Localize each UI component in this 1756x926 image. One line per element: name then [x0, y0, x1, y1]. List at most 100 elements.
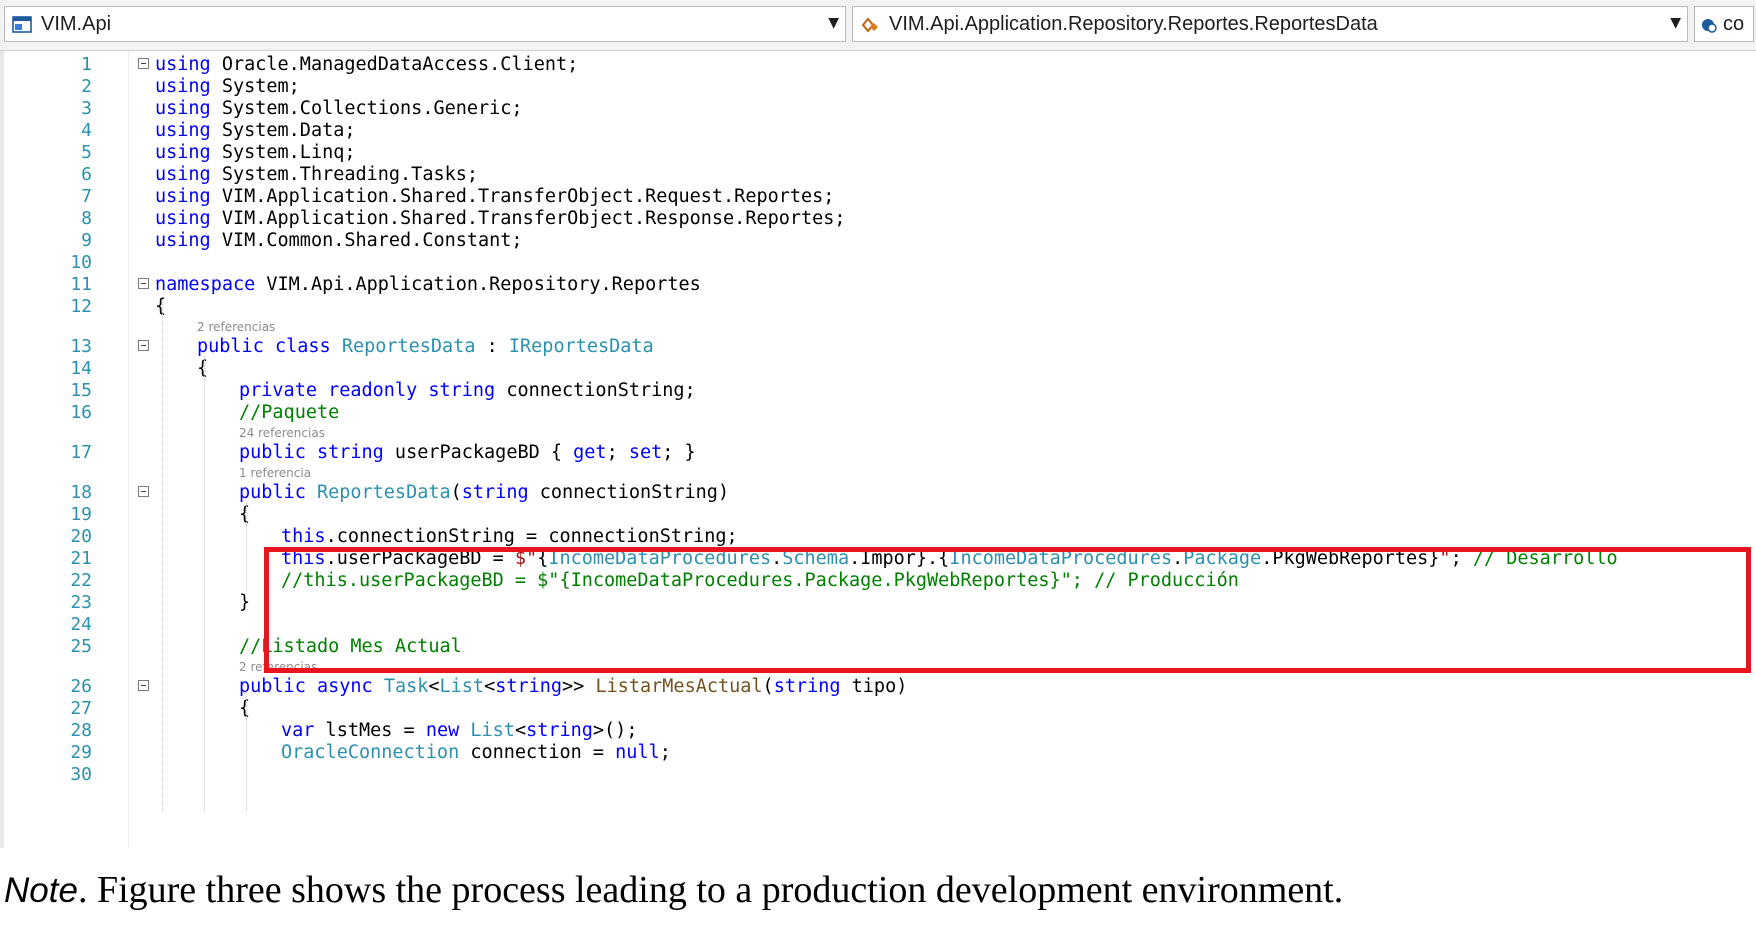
code-line[interactable]: 18 public ReportesData(string connectionS… [0, 481, 1756, 505]
line-number: 9 [81, 230, 92, 251]
code-token: < [514, 720, 527, 741]
line-number: 1 [81, 54, 92, 75]
code-text: using System.Threading.Tasks; [155, 163, 478, 187]
code-token: ; } [662, 442, 696, 463]
code-token: >> [562, 676, 596, 697]
line-number: 27 [70, 698, 92, 719]
code-line[interactable]: 27 { [0, 697, 1756, 721]
code-line[interactable]: 15 private readonly string connectionStri… [0, 379, 1756, 403]
code-text: using VIM.Application.Shared.TransferObj… [155, 185, 834, 209]
csharp-project-icon [12, 16, 32, 33]
type-dropdown[interactable]: VIM.Api.Application.Repository.Reportes.… [852, 6, 1688, 42]
line-number: 24 [70, 614, 92, 635]
collapse-toggle-icon[interactable] [138, 680, 149, 691]
line-number: 13 [70, 336, 92, 357]
code-token: connection = [459, 742, 616, 763]
line-number: 26 [70, 676, 92, 697]
collapse-toggle-icon[interactable] [138, 486, 149, 497]
line-number: 12 [70, 296, 92, 317]
editor-screenshot: VIM.Api ▼ VIM.Api.Application.Repository… [0, 0, 1756, 848]
code-token: public [197, 336, 264, 357]
code-token: ; [606, 442, 629, 463]
code-line[interactable]: 28 var lstMes = new List<string>(); [0, 719, 1756, 743]
collapse-toggle-icon[interactable] [138, 58, 149, 69]
code-token: using [155, 54, 211, 75]
indent-guide [204, 356, 205, 811]
code-token: using [155, 208, 211, 229]
code-token: Task [383, 676, 429, 697]
code-line[interactable]: 4 using System.Data; [0, 119, 1756, 143]
code-line[interactable]: 5 using System.Linq; [0, 141, 1756, 165]
code-line[interactable]: 20 this.connectionString = connectionStri… [0, 525, 1756, 549]
code-line[interactable]: 9 using VIM.Common.Shared.Constant; [0, 229, 1756, 253]
code-token: string [773, 676, 841, 697]
code-line[interactable]: 11 namespace VIM.Api.Application.Reposito… [0, 273, 1756, 297]
code-token: using [155, 120, 211, 141]
code-editor[interactable]: 1 using Oracle.ManagedDataAccess.Client; 2… [0, 51, 1756, 848]
code-line[interactable]: 16 //Paquete [0, 401, 1756, 425]
code-text: OracleConnection connection = null; [281, 741, 671, 765]
line-number: 22 [70, 570, 92, 591]
code-line[interactable]: 13 public class ReportesData : IReportesD… [0, 335, 1756, 359]
member-dropdown[interactable]: co [1694, 6, 1754, 42]
collapse-toggle-icon[interactable] [138, 340, 149, 351]
code-line[interactable]: 14 { [0, 357, 1756, 381]
line-number: 20 [70, 526, 92, 547]
code-line[interactable]: 26 public async Task<List<string>> Listar… [0, 675, 1756, 699]
line-number: 25 [70, 636, 92, 657]
code-text: public string userPackageBD { get; set; … [239, 441, 696, 465]
code-token: List [470, 720, 515, 741]
code-text: { [239, 697, 250, 721]
line-number: 29 [70, 742, 92, 763]
code-line[interactable]: 19 { [0, 503, 1756, 527]
code-text: public async Task<List<string>> ListarMe… [239, 675, 907, 699]
collapse-toggle-icon[interactable] [138, 278, 149, 289]
line-number: 21 [70, 548, 92, 569]
code-token: class [274, 336, 331, 357]
code-line[interactable]: 3 using System.Collections.Generic; [0, 97, 1756, 121]
code-token: VIM.Application.Shared.TransferObject.Re… [210, 208, 846, 229]
code-lens-references[interactable]: 1 referencia [239, 463, 311, 483]
code-line[interactable]: 1 using Oracle.ManagedDataAccess.Client; [0, 53, 1756, 77]
code-text: using System; [155, 75, 300, 99]
code-token: { [239, 504, 251, 525]
code-token: connectionString; [495, 380, 696, 401]
code-line[interactable]: 10 [0, 251, 1756, 275]
code-lens-references[interactable]: 24 referencias [239, 423, 325, 443]
line-number: 10 [70, 252, 92, 273]
code-text: public class ReportesData : IReportesDat… [197, 335, 654, 359]
chevron-down-icon: ▼ [1670, 15, 1681, 31]
code-line[interactable]: 12 { [0, 295, 1756, 319]
project-name: VIM.Api [41, 13, 112, 35]
code-line[interactable]: 17 public string userPackageBD { get; set… [0, 441, 1756, 465]
member-name: co [1723, 13, 1745, 35]
code-line[interactable]: 8 using VIM.Application.Shared.TransferOb… [0, 207, 1756, 231]
note-label: Note [4, 871, 78, 910]
code-text: } [239, 591, 250, 615]
field-icon [1702, 19, 1717, 33]
code-line[interactable]: 6 using System.Threading.Tasks; [0, 163, 1756, 187]
code-token: public [239, 442, 306, 463]
code-token: System.Threading.Tasks; [210, 164, 479, 185]
code-line[interactable]: 30 [0, 763, 1756, 787]
code-line[interactable]: 29 OracleConnection connection = null; [0, 741, 1756, 765]
line-number: 23 [70, 592, 92, 613]
code-token: get [573, 442, 607, 463]
code-token: readonly [328, 380, 418, 401]
code-token: tipo) [840, 676, 908, 697]
line-number: 19 [70, 504, 92, 525]
class-icon [861, 17, 878, 33]
project-dropdown[interactable]: VIM.Api ▼ [4, 6, 846, 42]
code-lens-references[interactable]: 2 referencias [197, 317, 275, 337]
code-token: >(); [592, 720, 638, 741]
code-line[interactable]: 2 using System; [0, 75, 1756, 99]
code-token: < [428, 676, 440, 697]
code-line[interactable]: 7 using VIM.Application.Shared.TransferOb… [0, 185, 1756, 209]
highlight-box [264, 547, 1751, 673]
line-number: 18 [70, 482, 92, 503]
chevron-down-icon: ▼ [828, 15, 839, 31]
